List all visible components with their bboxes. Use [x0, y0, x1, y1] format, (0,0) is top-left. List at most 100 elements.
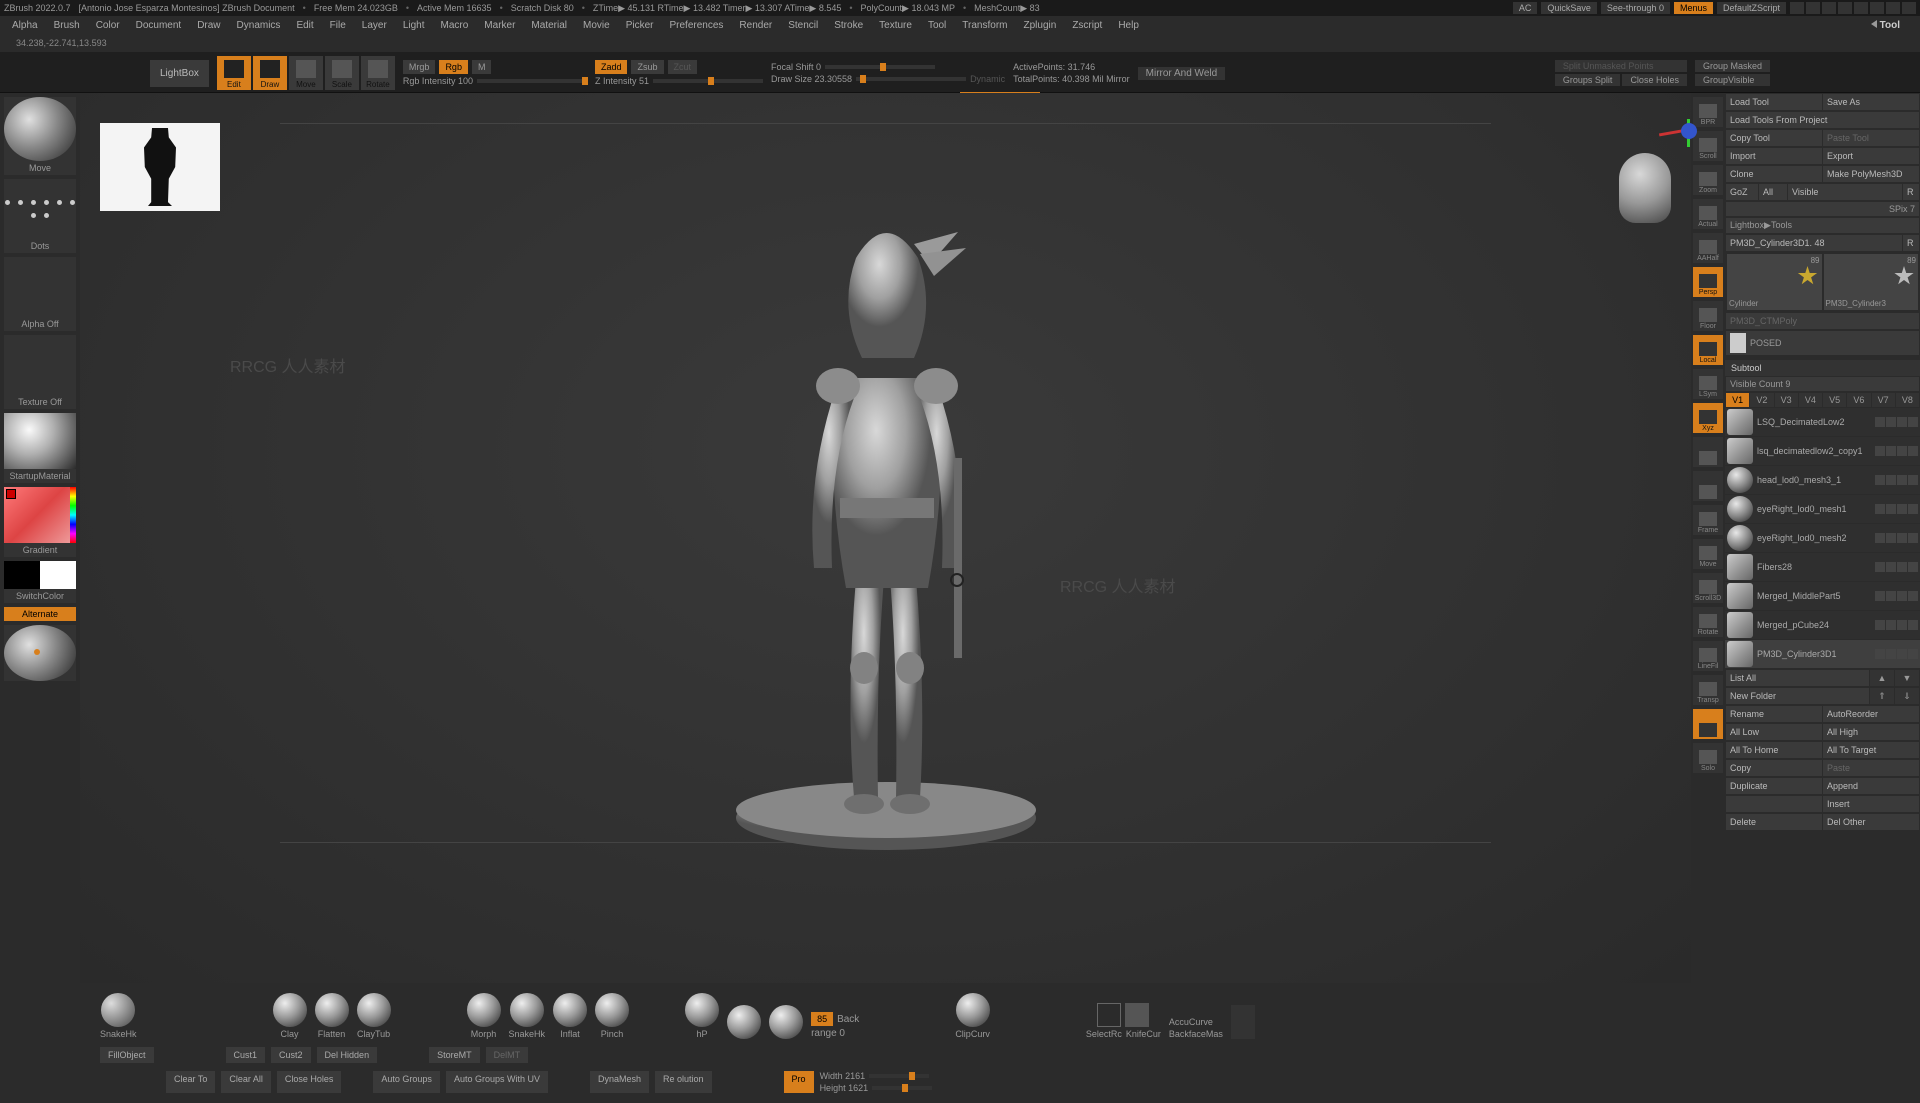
- visibility-tab-v4[interactable]: V4: [1799, 393, 1822, 407]
- rightshelf-zoom[interactable]: Zoom: [1693, 165, 1723, 195]
- menu-stroke[interactable]: Stroke: [834, 20, 863, 31]
- scale-mode-button[interactable]: Scale: [325, 56, 359, 90]
- goz-all-button[interactable]: All: [1759, 184, 1787, 200]
- black-swatch[interactable]: [4, 561, 40, 589]
- draw-mode-button[interactable]: Draw: [253, 56, 287, 90]
- hue-strip[interactable]: [70, 487, 76, 543]
- move-up-icon[interactable]: ▲: [1870, 670, 1894, 686]
- knife-select-group[interactable]: SelectRcKnifeCur: [1086, 1003, 1161, 1039]
- select-rect-icon[interactable]: [1097, 1003, 1121, 1027]
- quicksave-button[interactable]: QuickSave: [1541, 2, 1597, 14]
- rightshelf-rotate[interactable]: Rotate: [1693, 607, 1723, 637]
- rightshelf-transp[interactable]: Transp: [1693, 675, 1723, 705]
- brush-tile[interactable]: Move: [4, 97, 76, 175]
- menu-preferences[interactable]: Preferences: [669, 20, 723, 31]
- window-icon-3[interactable]: [1822, 2, 1836, 14]
- paste-button[interactable]: Paste: [1823, 760, 1919, 776]
- rightshelf-frame[interactable]: Frame: [1693, 505, 1723, 535]
- menu-transform[interactable]: Transform: [962, 20, 1007, 31]
- delhidden-button[interactable]: Del Hidden: [317, 1047, 378, 1063]
- alpha-tile[interactable]: Alpha Off: [4, 257, 76, 331]
- autogroups-button[interactable]: Auto Groups: [373, 1071, 440, 1093]
- brush-flatten[interactable]: Flatten: [315, 993, 349, 1039]
- menu-file[interactable]: File: [330, 20, 346, 31]
- menu-macro[interactable]: Macro: [441, 20, 469, 31]
- color-swatch[interactable]: [4, 487, 70, 543]
- menu-texture[interactable]: Texture: [879, 20, 912, 31]
- group-masked-button[interactable]: Group Masked: [1695, 60, 1770, 72]
- reference-head-preview[interactable]: [1619, 153, 1671, 223]
- menu-tool[interactable]: Tool: [928, 20, 946, 31]
- zsub-button[interactable]: Zsub: [631, 60, 663, 74]
- move-top-icon[interactable]: ⇑: [1870, 688, 1894, 704]
- stroke-tile[interactable]: Dots: [4, 179, 76, 253]
- rightshelf-xyz[interactable]: Xyz: [1693, 403, 1723, 433]
- visibility-tab-v7[interactable]: V7: [1872, 393, 1895, 407]
- brush-claytubes[interactable]: ClayTub: [357, 993, 391, 1039]
- zadd-button[interactable]: Zadd: [595, 60, 628, 74]
- blank-button[interactable]: [1726, 796, 1822, 812]
- export-button[interactable]: Export: [1823, 148, 1919, 164]
- clearall-button[interactable]: Clear All: [221, 1071, 271, 1093]
- goz-visible-button[interactable]: Visible: [1788, 184, 1902, 200]
- switch-color-tile[interactable]: SwitchColor: [4, 561, 76, 603]
- brush-pinch[interactable]: Pinch: [595, 993, 629, 1039]
- fillobject-button[interactable]: FillObject: [100, 1047, 154, 1063]
- load-tool-button[interactable]: Load Tool: [1726, 94, 1822, 110]
- visibility-tab-v8[interactable]: V8: [1896, 393, 1919, 407]
- sculpt-mesh[interactable]: [706, 198, 1066, 878]
- mrgb-button[interactable]: Mrgb: [403, 60, 436, 74]
- draw-size-slider[interactable]: [856, 77, 966, 81]
- posed-tool-row[interactable]: POSED: [1726, 331, 1919, 355]
- import-button[interactable]: Import: [1726, 148, 1822, 164]
- menu-brush[interactable]: Brush: [54, 20, 80, 31]
- texture-tile[interactable]: Texture Off: [4, 335, 76, 409]
- menu-marker[interactable]: Marker: [484, 20, 515, 31]
- visibility-tab-v1[interactable]: V1: [1726, 393, 1749, 407]
- menu-render[interactable]: Render: [739, 20, 772, 31]
- rgb-button[interactable]: Rgb: [439, 60, 468, 74]
- edit-mode-button[interactable]: Edit: [217, 56, 251, 90]
- subtool-vis-icons[interactable]: [1875, 562, 1918, 572]
- all-low-button[interactable]: All Low: [1726, 724, 1822, 740]
- brush-clipcurve[interactable]: ClipCurv: [955, 993, 990, 1039]
- list-all-button[interactable]: List All: [1726, 670, 1869, 686]
- m-button[interactable]: M: [472, 60, 492, 74]
- subtool-header[interactable]: Subtool: [1725, 360, 1920, 376]
- mirror-weld-button[interactable]: Mirror And Weld: [1138, 67, 1226, 80]
- window-icon-5[interactable]: [1854, 2, 1868, 14]
- subtool-vis-icons[interactable]: [1875, 591, 1918, 601]
- del-other-button[interactable]: Del Other: [1823, 814, 1919, 830]
- insert-button[interactable]: Insert: [1823, 796, 1919, 812]
- lightbox-button[interactable]: LightBox: [150, 60, 209, 87]
- rightshelf-floor[interactable]: Floor: [1693, 301, 1723, 331]
- rightshelf-aahalf[interactable]: AAHalf: [1693, 233, 1723, 263]
- reference-thumbnail[interactable]: [100, 123, 220, 211]
- duplicate-button[interactable]: Duplicate: [1726, 778, 1822, 794]
- visible-count-slider[interactable]: Visible Count 9: [1726, 377, 1919, 391]
- brush-extra-2[interactable]: [769, 1005, 803, 1039]
- closeholes-button2[interactable]: Close Holes: [277, 1071, 342, 1093]
- brush-extra-1[interactable]: [727, 1005, 761, 1039]
- rightshelf-actual[interactable]: Actual: [1693, 199, 1723, 229]
- move-mode-button[interactable]: Move: [289, 56, 323, 90]
- window-icon-4[interactable]: [1838, 2, 1852, 14]
- all-to-target-button[interactable]: All To Target: [1823, 742, 1919, 758]
- window-icon-1[interactable]: [1790, 2, 1804, 14]
- menu-layer[interactable]: Layer: [362, 20, 387, 31]
- material-tile[interactable]: StartupMaterial: [4, 413, 76, 483]
- subtool-row[interactable]: head_lod0_mesh3_1: [1725, 466, 1920, 494]
- dynamic-label[interactable]: Dynamic: [970, 74, 1005, 84]
- delete-button[interactable]: Delete: [1726, 814, 1822, 830]
- menu-dynamics[interactable]: Dynamics: [237, 20, 281, 31]
- menu-draw[interactable]: Draw: [197, 20, 220, 31]
- menu-picker[interactable]: Picker: [626, 20, 654, 31]
- menu-zscript[interactable]: Zscript: [1072, 20, 1102, 31]
- tool-thumb-2[interactable]: 89PM3D_Cylinder3: [1824, 254, 1919, 310]
- spix-slider[interactable]: SPix 7: [1726, 202, 1919, 216]
- z-intensity-slider[interactable]: [653, 79, 763, 83]
- tool-thumb-1[interactable]: 89Cylinder: [1727, 254, 1822, 310]
- subtool-row[interactable]: LSQ_DecimatedLow2: [1725, 408, 1920, 436]
- subtool-vis-icons[interactable]: [1875, 475, 1918, 485]
- visibility-tab-v5[interactable]: V5: [1823, 393, 1846, 407]
